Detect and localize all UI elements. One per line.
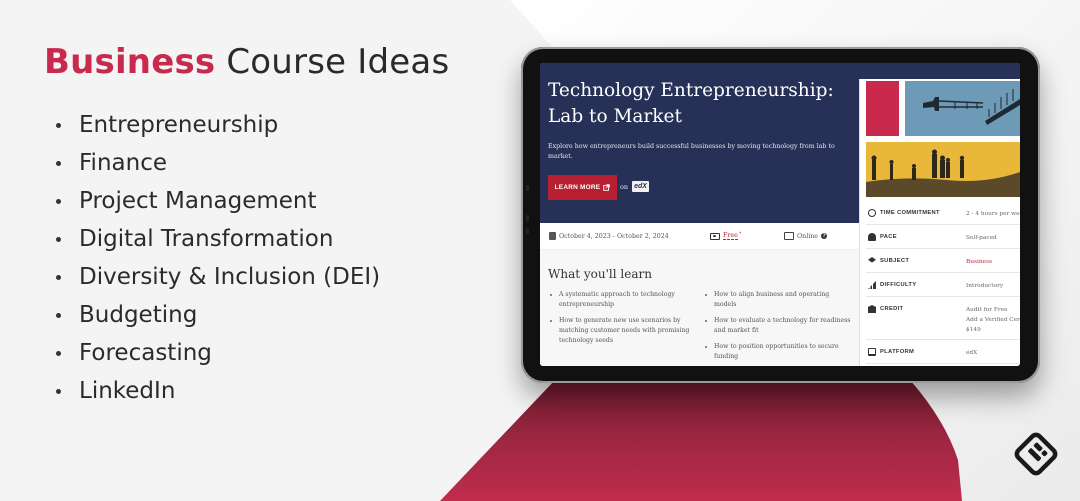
course-ideas-list: Entrepreneurship Finance Project Managem… [56, 106, 380, 410]
info-label: PACE [880, 234, 897, 240]
bullet-icon [56, 198, 61, 204]
bullet-icon [56, 122, 61, 128]
list-item: How to generate new use scenarios by mat… [548, 316, 698, 346]
info-value: edX [966, 350, 978, 356]
course-mode: Online ? [784, 232, 828, 240]
learn-more-button[interactable]: LEARN MORE [548, 175, 617, 200]
learn-more-label: LEARN MORE [554, 184, 601, 191]
workers-silhouette-icon [866, 149, 1020, 197]
title-accent: Business [44, 42, 216, 82]
list-item-label: Budgeting [79, 302, 198, 328]
monitor-icon [868, 348, 876, 356]
course-hero: Technology Entrepreneurship: Lab to Mark… [540, 63, 859, 223]
tablet-side-button [526, 185, 529, 191]
monitor-icon [784, 232, 794, 240]
background-red-shape [440, 380, 962, 501]
list-item: Finance [56, 144, 380, 182]
clock-icon [868, 209, 876, 217]
list-item: Entrepreneurship [56, 106, 380, 144]
course-sidebar: TIME COMMITMENT 2 - 4 hours per week PAC… [860, 79, 1020, 366]
list-item-label: Forecasting [79, 340, 212, 366]
list-item: Budgeting [56, 296, 380, 334]
list-item: A systematic approach to technology entr… [548, 290, 698, 310]
info-label: SUBJECT [880, 258, 910, 264]
info-value: Introductory [966, 283, 1004, 289]
bullet-icon [56, 274, 61, 280]
info-value: Audit for Free Add a Verified Certificat… [966, 305, 1020, 335]
hero-band [859, 63, 1020, 79]
bullet-icon [56, 236, 61, 242]
mode-text: Online [797, 232, 819, 240]
info-row-credit: CREDIT Audit for Free Add a Verified Cer… [866, 297, 1020, 340]
bridge-silhouette-icon [923, 89, 1020, 125]
learn-heading: What you'll learn [548, 267, 652, 281]
course-image-workers [866, 142, 1020, 197]
list-item: How to position opportunities to secure … [703, 342, 853, 362]
calendar-icon [549, 232, 556, 240]
page-title: Business Course Ideas [44, 42, 449, 82]
bullet-icon [56, 312, 61, 318]
list-item-label: Digital Transformation [79, 226, 334, 252]
what-youll-learn: What you'll learn A systematic approach … [540, 250, 859, 366]
course-dates: October 4, 2023 - October 2, 2024 [549, 232, 669, 240]
list-item: Project Management [56, 182, 380, 220]
info-row-pace: PACE Self-paced [866, 225, 1020, 249]
list-item-label: Diversity & Inclusion (DEI) [79, 264, 381, 290]
title-rest: Course Ideas [215, 42, 450, 82]
subject-link[interactable]: Business [966, 257, 1020, 267]
help-icon[interactable]: ? [821, 233, 828, 239]
edx-logo[interactable]: edX [632, 181, 649, 192]
gauge-icon [868, 233, 876, 241]
credit-line: $149 [966, 327, 981, 333]
info-label: CREDIT [880, 306, 904, 312]
info-value: 2 - 4 hours per week [966, 211, 1020, 217]
info-row-subject: SUBJECT Business [866, 249, 1020, 273]
brand-logo-icon [1014, 432, 1058, 476]
list-item-label: LinkedIn [79, 378, 176, 404]
list-item: Digital Transformation [56, 220, 380, 258]
learn-list-left: A systematic approach to technology entr… [548, 290, 698, 352]
info-label: PLATFORM [880, 349, 915, 355]
external-link-icon [603, 184, 611, 191]
list-item-label: Project Management [79, 188, 317, 214]
price-marker: * [738, 231, 742, 237]
signal-bars-icon [868, 281, 876, 289]
bullet-icon [56, 350, 61, 356]
list-item: Diversity & Inclusion (DEI) [56, 258, 380, 296]
info-value: Self-paced [966, 235, 997, 241]
dates-text: October 4, 2023 - October 2, 2024 [559, 232, 669, 240]
course-title: Technology Entrepreneurship: Lab to Mark… [548, 80, 834, 127]
list-item: LinkedIn [56, 372, 380, 410]
on-label: on [620, 183, 629, 191]
tablet-side-button [526, 215, 529, 221]
list-item: Forecasting [56, 334, 380, 372]
tablet-side-button [526, 228, 529, 234]
list-item-label: Entrepreneurship [79, 112, 279, 138]
info-row-platform: PLATFORM edX [866, 340, 1020, 364]
bullet-icon [56, 160, 61, 166]
graduation-cap-icon [868, 257, 876, 263]
money-icon [710, 232, 720, 240]
list-item: How to align business and operating mode… [703, 290, 853, 310]
course-price[interactable]: Free * [710, 231, 742, 240]
course-description: Explore how entrepreneurs build successf… [548, 143, 835, 160]
credit-line: Audit for Free [966, 307, 1008, 313]
learn-list-right: How to align business and operating mode… [703, 290, 853, 366]
bullet-icon [56, 388, 61, 394]
info-row-time-commitment: TIME COMMITMENT 2 - 4 hours per week [866, 201, 1020, 225]
bank-icon [868, 305, 876, 313]
list-item: How to evaluate a technology for readine… [703, 316, 853, 336]
price-text[interactable]: Free [723, 232, 738, 240]
info-label: TIME COMMITMENT [880, 210, 940, 216]
info-row-difficulty: DIFFICULTY Introductory [866, 273, 1020, 297]
list-item-label: Finance [79, 150, 167, 176]
course-info-list: TIME COMMITMENT 2 - 4 hours per week PAC… [866, 201, 1020, 364]
credit-line: Add a Verified Certificate [966, 317, 1020, 323]
course-image-bridge [905, 81, 1020, 136]
tablet-screen: Technology Entrepreneurship: Lab to Mark… [540, 63, 1020, 366]
decorative-red-block [866, 81, 899, 136]
info-label: DIFFICULTY [880, 282, 917, 288]
course-meta: October 4, 2023 - October 2, 2024 Free * … [540, 223, 859, 250]
